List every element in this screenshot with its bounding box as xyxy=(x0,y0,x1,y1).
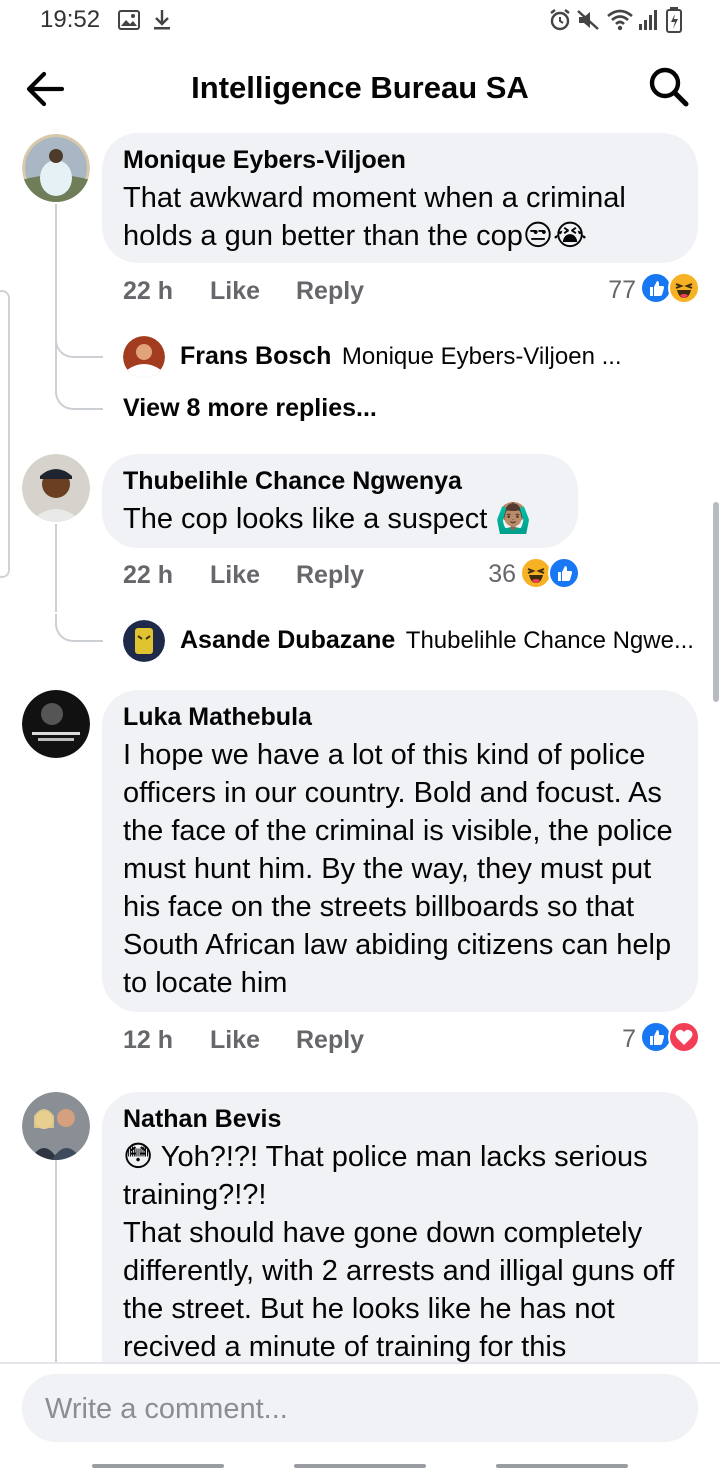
gallery-notification-icon xyxy=(118,10,140,35)
nav-back-button[interactable] xyxy=(496,1464,628,1468)
reactions[interactable] xyxy=(640,272,702,304)
reaction-count[interactable]: 36 xyxy=(466,560,516,589)
reply-button[interactable]: Reply xyxy=(296,561,364,590)
mute-icon xyxy=(576,9,600,36)
like-button[interactable]: Like xyxy=(210,277,260,306)
search-button[interactable] xyxy=(646,64,696,114)
reply-author[interactable]: Asande Dubazane xyxy=(180,626,395,654)
reply-avatar[interactable] xyxy=(123,620,165,662)
reply-button[interactable]: Reply xyxy=(296,1026,364,1055)
nav-home-button[interactable] xyxy=(294,1464,426,1468)
thread-branch xyxy=(55,614,103,642)
avatar[interactable] xyxy=(22,454,90,522)
reactions[interactable] xyxy=(520,557,582,589)
thread-branch xyxy=(55,382,103,410)
search-icon xyxy=(646,67,692,114)
comment-input[interactable] xyxy=(43,1374,667,1444)
reply-author[interactable]: Frans Bosch xyxy=(180,342,331,370)
view-more-replies-link[interactable]: View 8 more replies... xyxy=(123,394,377,423)
comment-text: I hope we have a lot of this kind of pol… xyxy=(123,739,681,999)
comment-composer[interactable] xyxy=(22,1374,698,1444)
reply-avatar[interactable] xyxy=(123,336,165,378)
avatar[interactable] xyxy=(22,690,90,758)
comment-text: That awkward moment when a criminal hold… xyxy=(123,182,634,252)
thread-line xyxy=(55,1160,57,1362)
signal-icon xyxy=(638,9,658,36)
back-button[interactable] xyxy=(22,66,74,112)
comment-bubble[interactable]: Monique Eybers-Viljoen That awkward mome… xyxy=(102,133,698,263)
page-title: Intelligence Bureau SA xyxy=(191,70,529,105)
system-nav-bar xyxy=(0,1450,720,1480)
comment-text: The cop looks like a suspect 🙆🏽‍♂️ xyxy=(123,503,532,535)
comment-author[interactable]: Monique Eybers-Viljoen xyxy=(123,145,678,175)
reaction-count[interactable]: 77 xyxy=(586,276,636,305)
reaction-count[interactable]: 7 xyxy=(586,1025,636,1054)
reply-preview-text: Monique Eybers-Viljoen ... xyxy=(341,343,622,370)
avatar[interactable] xyxy=(22,1092,90,1160)
love-reaction-icon xyxy=(668,1021,700,1053)
comment-time: 22 h xyxy=(123,277,174,305)
comment-text: 😳 Yoh?!?! That police man lacks serious … xyxy=(123,1141,675,1363)
comment-time: 22 h xyxy=(123,561,174,589)
download-notification-icon xyxy=(152,9,172,36)
reply-button[interactable]: Reply xyxy=(296,277,364,306)
reply-preview-text: Thubelihle Chance Ngwe... xyxy=(405,627,694,654)
comment-bubble[interactable]: Thubelihle Chance Ngwenya The cop looks … xyxy=(102,454,578,548)
haha-reaction-icon xyxy=(668,272,700,304)
comment-bubble[interactable]: Luka Mathebula I hope we have a lot of t… xyxy=(102,690,698,1012)
comment-time: 12 h xyxy=(123,1026,174,1054)
comment-author[interactable]: Thubelihle Chance Ngwenya xyxy=(123,466,558,496)
thread-branch xyxy=(55,330,103,358)
comment-author[interactable]: Nathan Bevis xyxy=(123,1104,678,1134)
thread-line xyxy=(55,204,57,384)
reply-preview[interactable]: Asande Dubazane Thubelihle Chance Ngwe..… xyxy=(180,626,694,655)
status-bar: 19:52 xyxy=(0,0,720,44)
page-header: Intelligence Bureau SA xyxy=(0,52,720,124)
reactions[interactable] xyxy=(640,1021,702,1053)
status-time: 19:52 xyxy=(40,6,101,33)
scrollbar-thumb[interactable] xyxy=(713,502,719,702)
reply-preview[interactable]: Frans Bosch Monique Eybers-Viljoen ... xyxy=(180,342,622,371)
like-button[interactable]: Like xyxy=(210,561,260,590)
nav-recent-button[interactable] xyxy=(92,1464,224,1468)
battery-icon xyxy=(666,7,682,38)
back-arrow-icon xyxy=(22,71,68,116)
like-reaction-icon xyxy=(548,557,580,589)
comment-author[interactable]: Luka Mathebula xyxy=(123,702,678,732)
like-button[interactable]: Like xyxy=(210,1026,260,1055)
alarm-icon xyxy=(548,8,572,37)
edge-panel-handle[interactable] xyxy=(0,290,10,578)
avatar[interactable] xyxy=(22,134,90,202)
thread-line xyxy=(55,524,57,612)
wifi-icon xyxy=(606,8,634,37)
